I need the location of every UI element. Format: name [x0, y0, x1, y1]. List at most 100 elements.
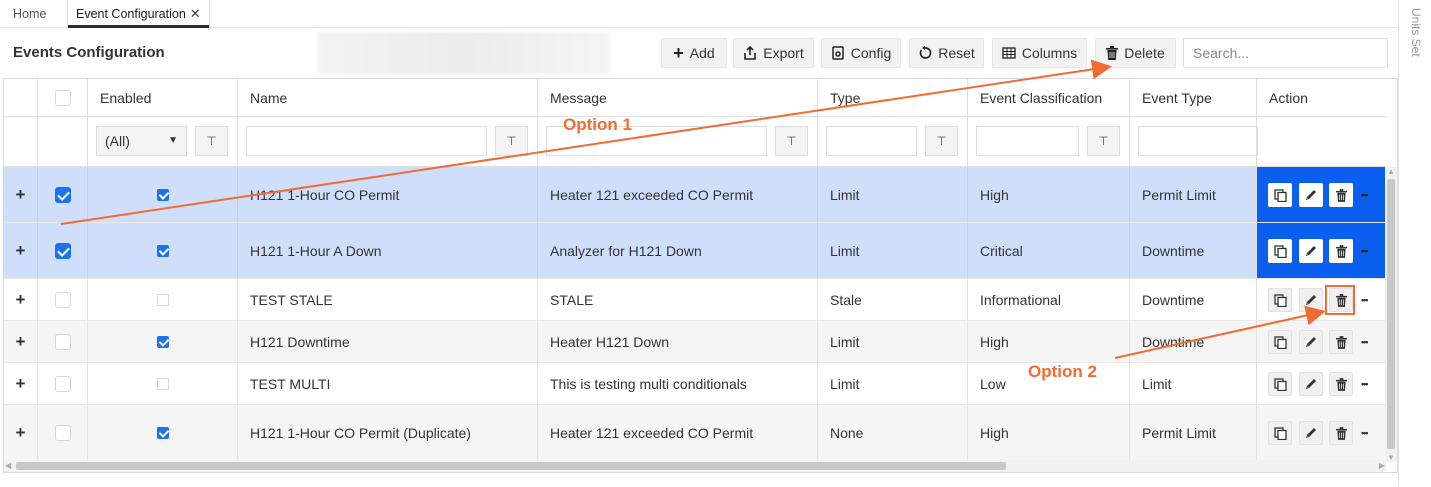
expand-row-icon[interactable]: +: [4, 405, 37, 460]
event-type-cell: Limit: [1129, 363, 1256, 404]
column-header-enabled[interactable]: Enabled: [87, 79, 237, 117]
enabled-checkbox[interactable]: [156, 188, 169, 201]
column-header-message[interactable]: Message: [537, 79, 817, 117]
horizontal-scrollbar[interactable]: ◀ ▶: [4, 460, 1386, 472]
delete-row-button[interactable]: [1329, 239, 1353, 263]
row-select-checkbox[interactable]: [54, 375, 71, 392]
copy-icon: [1273, 377, 1287, 391]
edit-button[interactable]: [1299, 288, 1323, 312]
enabled-filter-select[interactable]: (All) ▼: [96, 126, 187, 156]
more-options-icon[interactable]: •••: [1361, 239, 1369, 263]
delete-button[interactable]: Delete: [1095, 38, 1176, 68]
vertical-scrollbar[interactable]: ▲ ▼: [1385, 167, 1397, 462]
filter-options-button[interactable]: ⊤: [925, 126, 958, 156]
copy-button[interactable]: [1268, 239, 1292, 263]
expand-row-icon[interactable]: +: [4, 321, 37, 362]
expand-row-icon[interactable]: +: [4, 279, 37, 320]
type-filter-input[interactable]: [826, 126, 917, 156]
add-button[interactable]: + Add: [661, 38, 727, 68]
tab-home[interactable]: Home: [13, 0, 46, 28]
event-type-filter-input[interactable]: [1138, 126, 1258, 156]
row-select-checkbox[interactable]: [54, 291, 71, 308]
filter-options-button[interactable]: ⊤: [495, 126, 528, 156]
filter-options-button[interactable]: ⊤: [1087, 126, 1120, 156]
table-row[interactable]: + H121 1-Hour CO Permit Heater 121 exceede…: [4, 167, 1386, 223]
delete-row-button[interactable]: [1329, 372, 1353, 396]
table-row[interactable]: + H121 1-Hour CO Permit (Duplicate) Heater…: [4, 405, 1386, 461]
filter-options-button[interactable]: ⊤: [195, 126, 228, 156]
event-type-cell: Downtime: [1129, 321, 1256, 362]
scroll-left-icon[interactable]: ◀: [5, 461, 11, 470]
enabled-cell: [87, 223, 237, 278]
tab-event-configuration[interactable]: Event Configuration ✕: [67, 0, 210, 28]
enabled-checkbox[interactable]: [156, 244, 169, 257]
enabled-checkbox[interactable]: [156, 335, 169, 348]
column-header-event-classification[interactable]: Event Classification: [967, 79, 1129, 117]
table-row[interactable]: + TEST MULTI This is testing multi conditi…: [4, 363, 1386, 405]
table-row[interactable]: + H121 Downtime Heater H121 Down Limit High D…: [4, 321, 1386, 363]
scroll-down-icon[interactable]: ▼: [1387, 453, 1395, 462]
more-options-icon[interactable]: •••: [1361, 330, 1369, 354]
name-filter-input[interactable]: [246, 126, 487, 156]
more-options-icon[interactable]: •••: [1361, 288, 1369, 312]
copy-button[interactable]: [1268, 330, 1292, 354]
search-input[interactable]: [1183, 38, 1388, 68]
copy-button[interactable]: [1268, 421, 1292, 445]
add-label: Add: [689, 45, 715, 61]
classification-cell: Informational: [967, 279, 1129, 320]
table-row[interactable]: + TEST STALE STALE Stale Informational Downti…: [4, 279, 1386, 321]
message-cell: This is testing multi conditionals: [537, 363, 817, 404]
edit-button[interactable]: [1299, 183, 1323, 207]
more-options-icon[interactable]: •••: [1361, 372, 1369, 396]
enabled-checkbox[interactable]: [156, 377, 169, 390]
message-cell: Heater 121 exceeded CO Permit: [537, 405, 817, 460]
columns-button[interactable]: Columns: [992, 38, 1087, 68]
pencil-icon: [1304, 377, 1318, 391]
scroll-right-icon[interactable]: ▶: [1379, 461, 1385, 470]
copy-button[interactable]: [1268, 288, 1292, 312]
reset-button[interactable]: Reset: [909, 38, 984, 68]
config-button[interactable]: Config: [821, 38, 901, 68]
delete-label: Delete: [1124, 45, 1165, 61]
select-all-checkbox[interactable]: [54, 90, 71, 106]
copy-button[interactable]: [1268, 183, 1292, 207]
expand-row-icon[interactable]: +: [4, 167, 37, 222]
enabled-checkbox[interactable]: [156, 426, 169, 439]
edit-button[interactable]: [1299, 330, 1323, 354]
more-options-icon[interactable]: •••: [1361, 183, 1369, 207]
close-icon[interactable]: ✕: [190, 6, 201, 21]
page-title: Events Configuration: [13, 44, 165, 61]
annotation-option-1: Option 1: [563, 115, 632, 134]
edit-button[interactable]: [1299, 421, 1323, 445]
edit-button[interactable]: [1299, 372, 1323, 396]
delete-row-button[interactable]: [1329, 183, 1353, 207]
copy-button[interactable]: [1268, 372, 1292, 396]
enabled-cell: [87, 405, 237, 460]
expand-row-icon[interactable]: +: [4, 363, 37, 404]
row-select-checkbox[interactable]: [54, 333, 71, 350]
column-header-event-type[interactable]: Event Type: [1129, 79, 1256, 117]
classification-filter-input[interactable]: [976, 126, 1079, 156]
tab-label: Event Configuration: [76, 7, 186, 21]
column-header-type[interactable]: Type: [817, 79, 967, 117]
enabled-checkbox[interactable]: [156, 293, 169, 306]
enabled-filter-value: (All): [105, 133, 130, 149]
export-button[interactable]: Export: [733, 38, 814, 68]
more-options-icon[interactable]: •••: [1361, 421, 1369, 445]
delete-row-button[interactable]: [1329, 421, 1353, 445]
config-icon: [832, 46, 844, 60]
export-icon: [744, 46, 757, 60]
row-select-checkbox[interactable]: [54, 186, 71, 203]
expand-row-icon[interactable]: +: [4, 223, 37, 278]
row-select-checkbox[interactable]: [54, 242, 71, 259]
scroll-up-icon[interactable]: ▲: [1387, 167, 1395, 176]
units-panel[interactable]: Units Set: [1398, 0, 1431, 487]
edit-button[interactable]: [1299, 239, 1323, 263]
column-header-name[interactable]: Name: [237, 79, 537, 117]
horizontal-scroll-thumb[interactable]: [16, 462, 1006, 470]
vertical-scroll-thumb[interactable]: [1387, 179, 1395, 449]
filter-options-button[interactable]: ⊤: [775, 126, 808, 156]
delete-row-button[interactable]: [1329, 330, 1353, 354]
row-select-checkbox[interactable]: [54, 424, 71, 441]
table-row[interactable]: + H121 1-Hour A Down Analyzer for H121 Dow…: [4, 223, 1386, 279]
